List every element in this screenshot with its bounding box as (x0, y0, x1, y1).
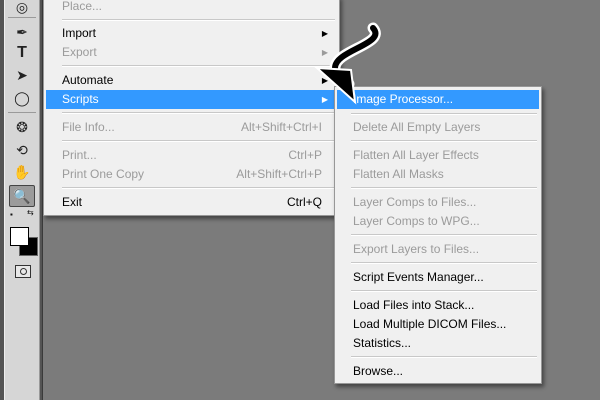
ellipse-tool-icon[interactable]: ◯ (10, 88, 34, 108)
menu-item-label: Automate (62, 73, 114, 87)
menu-separator (62, 140, 335, 142)
default-colors-icon[interactable]: ▪ (10, 210, 13, 219)
scripts-submenu: Image Processor... Delete All Empty Laye… (334, 86, 542, 384)
swap-colors-icon[interactable]: ⇆ (27, 208, 34, 217)
menu-item-automate[interactable]: Automate ▶ (46, 71, 337, 90)
menu-item-print[interactable]: Print... Ctrl+P (46, 146, 337, 165)
menu-item-export[interactable]: Export ▶ (46, 43, 337, 62)
menu-item-label: Flatten All Layer Effects (353, 148, 479, 162)
menu-item-label: Delete All Empty Layers (353, 120, 481, 134)
menu-item-file-info[interactable]: File Info... Alt+Shift+Ctrl+I (46, 118, 337, 137)
menu-item-label: Script Events Manager... (353, 270, 484, 284)
menu-separator (351, 262, 537, 264)
menu-item-browse[interactable]: Browse... (337, 362, 539, 381)
menu-item-label: Scripts (62, 92, 99, 106)
callout-arrow-icon (314, 22, 381, 105)
menu-item-load-files-stack[interactable]: Load Files into Stack... (337, 296, 539, 315)
menu-item-place[interactable]: Place... (46, 0, 337, 16)
menu-item-label: Export Layers to Files... (353, 242, 480, 256)
menu-item-shortcut: Alt+Shift+Ctrl+I (240, 120, 322, 134)
file-menu: Place... Import ▶ Export ▶ Automate ▶ Scrip… (43, 0, 340, 216)
menu-separator (62, 65, 335, 67)
menu-item-script-events-manager[interactable]: Script Events Manager... (337, 268, 539, 287)
menu-item-label: Exit (62, 195, 83, 209)
tools-divider (8, 17, 36, 18)
menu-separator (62, 112, 335, 114)
menu-item-label: File Info... (62, 120, 115, 134)
menu-separator (351, 187, 537, 189)
menu-item-import[interactable]: Import ▶ (46, 24, 337, 43)
zoom-tool-icon[interactable]: 🔍 (9, 185, 35, 207)
menu-item-label: Export (62, 45, 97, 59)
menu-item-load-dicom[interactable]: Load Multiple DICOM Files... (337, 315, 539, 334)
menu-item-label: Print One Copy (62, 167, 145, 181)
menu-separator (351, 356, 537, 358)
type-tool-icon[interactable]: T (10, 43, 34, 63)
menu-item-label: Load Files into Stack... (353, 298, 475, 312)
menu-separator (62, 19, 335, 21)
menu-item-shortcut: Ctrl+P (288, 148, 322, 162)
hand-tool-icon[interactable]: ✋ (10, 162, 34, 182)
menu-separator (351, 290, 537, 292)
quick-mask-icon[interactable] (15, 265, 31, 278)
menu-item-label: Layer Comps to Files... (353, 195, 477, 209)
path-select-icon[interactable]: ➤ (10, 65, 34, 85)
menu-item-label: Flatten All Masks (353, 167, 444, 181)
menu-item-shortcut: Alt+Shift+Ctrl+P (236, 167, 322, 181)
menu-separator (351, 234, 537, 236)
menu-item-export-layers[interactable]: Export Layers to Files... (337, 240, 539, 259)
foreground-color-swatch[interactable] (10, 227, 29, 246)
menu-item-label: Layer Comps to WPG... (353, 214, 480, 228)
menu-item-scripts[interactable]: Scripts ▶ (46, 90, 337, 109)
orbit-3d-icon[interactable]: ⟲ (10, 140, 34, 160)
menu-item-label: Place... (62, 0, 103, 13)
menu-separator (351, 140, 537, 142)
menu-item-shortcut: Ctrl+Q (286, 195, 322, 209)
tools-divider (8, 112, 36, 113)
menu-item-flatten-layer-effects[interactable]: Flatten All Layer Effects (337, 146, 539, 165)
menu-item-label: Print... (62, 148, 97, 162)
tools-strip: ◎ ✒ T ➤ ◯ ❂ ⟲ ✋ 🔍 ▪ ⇆ (4, 0, 40, 400)
menu-item-label: Load Multiple DICOM Files... (353, 317, 507, 331)
menu-separator (351, 113, 537, 115)
menu-item-statistics[interactable]: Statistics... (337, 334, 539, 353)
menu-separator (62, 187, 335, 189)
menu-item-label: Import (62, 26, 97, 40)
tools-panel: ◎ ✒ T ➤ ◯ ❂ ⟲ ✋ 🔍 ▪ ⇆ (0, 0, 43, 400)
menu-item-flatten-masks[interactable]: Flatten All Masks (337, 165, 539, 184)
menu-item-delete-empty-layers[interactable]: Delete All Empty Layers (337, 118, 539, 137)
menu-item-print-one-copy[interactable]: Print One Copy Alt+Shift+Ctrl+P (46, 165, 337, 184)
menu-item-layer-comps-files[interactable]: Layer Comps to Files... (337, 193, 539, 212)
menu-item-label: Browse... (353, 364, 404, 378)
menu-item-layer-comps-wpg[interactable]: Layer Comps to WPG... (337, 212, 539, 231)
rotate-3d-icon[interactable]: ❂ (10, 117, 34, 137)
lasso-tool-icon[interactable]: ◎ (10, 0, 34, 17)
menu-item-label: Statistics... (353, 336, 412, 350)
menu-item-exit[interactable]: Exit Ctrl+Q (46, 193, 337, 212)
pen-tool-icon[interactable]: ✒ (10, 22, 34, 42)
